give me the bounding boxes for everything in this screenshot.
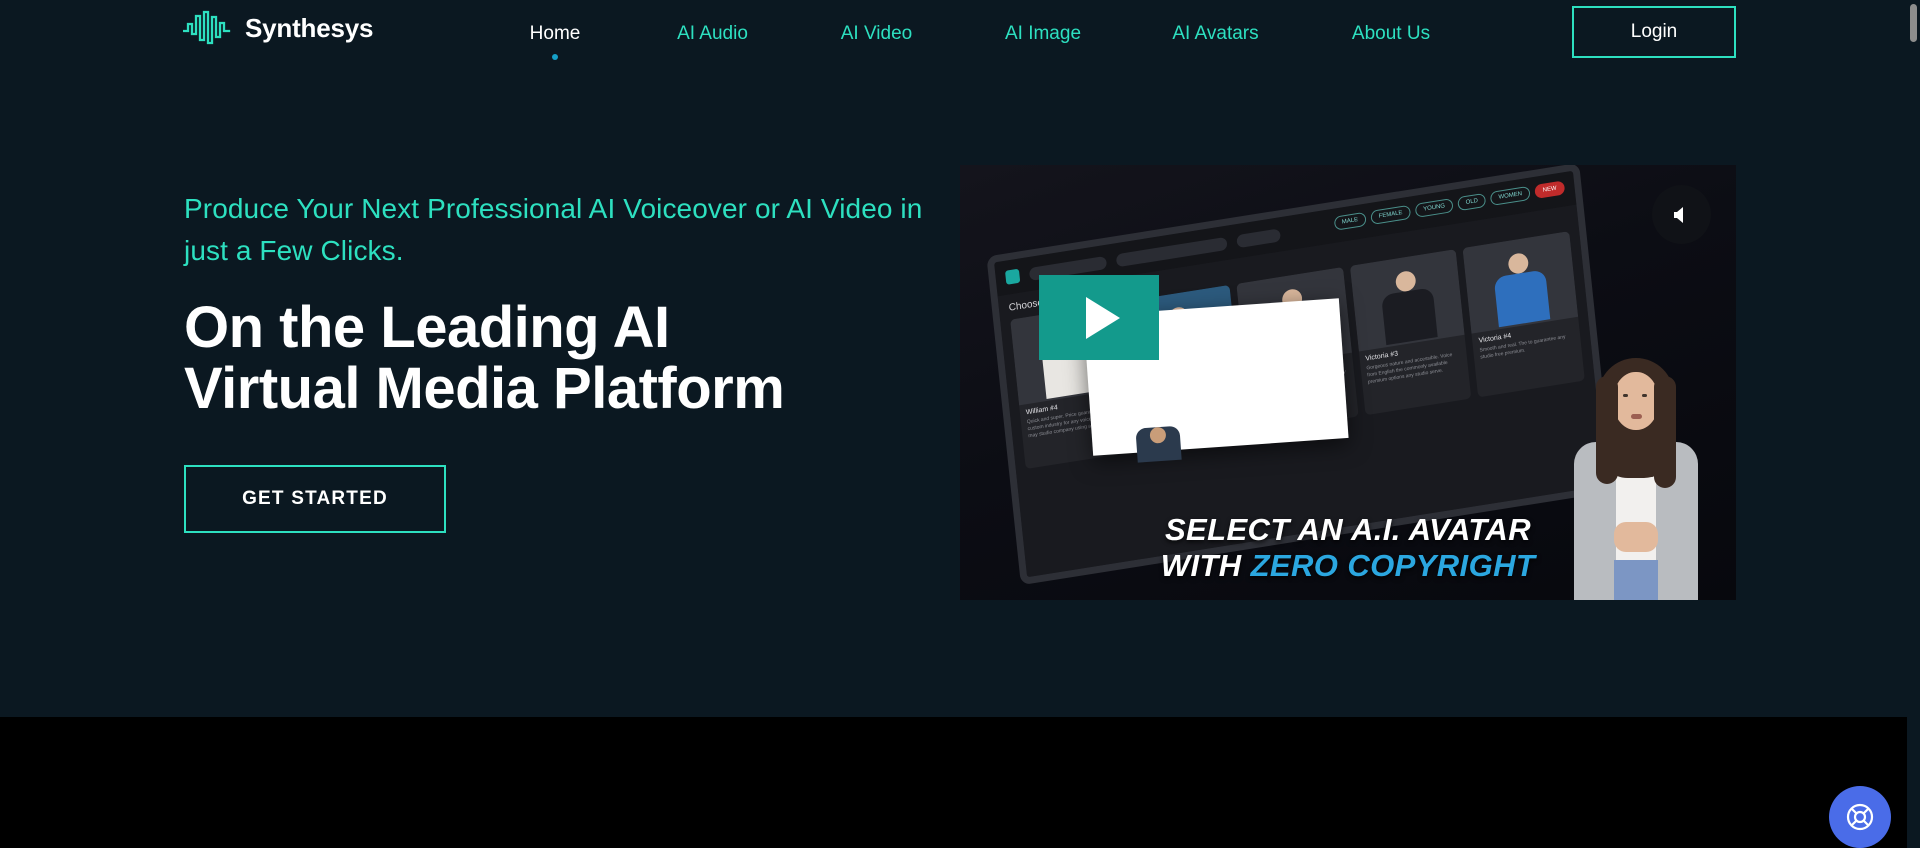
nav-links: Home AI Audio AI Video AI Image AI Avata… bbox=[480, 0, 1479, 68]
hero-content: Produce Your Next Professional AI Voiceo… bbox=[184, 188, 924, 533]
speaker-muted-icon bbox=[1673, 206, 1683, 223]
video-caption: SELECT AN A.I. AVATAR WITH ZERO COPYRIGH… bbox=[960, 512, 1736, 584]
avatar-thumbnail bbox=[1349, 249, 1465, 352]
nav-item-ai-image[interactable]: AI Image bbox=[958, 23, 1128, 45]
get-started-label: GET STARTED bbox=[242, 488, 388, 509]
nav-item-ai-video[interactable]: AI Video bbox=[795, 23, 958, 45]
nav-item-label: AI Video bbox=[840, 23, 913, 44]
login-button[interactable]: Login bbox=[1572, 6, 1736, 58]
avatar-eye-right bbox=[1642, 394, 1647, 397]
nav-item-ai-audio[interactable]: AI Audio bbox=[630, 23, 795, 45]
audio-waveform-icon bbox=[183, 10, 231, 45]
page-root: Synthesys Home AI Audio AI Video AI Imag… bbox=[0, 0, 1920, 848]
nav-item-label: AI Audio bbox=[677, 23, 748, 44]
avatar-mouth bbox=[1631, 414, 1642, 419]
nav-item-label: AI Avatars bbox=[1172, 23, 1259, 44]
caption-highlight: ZERO COPYRIGHT bbox=[1250, 548, 1536, 583]
hero-title-line1: On the Leading AI bbox=[184, 295, 670, 360]
brand-name: Synthesys bbox=[245, 12, 374, 43]
hero-video-player[interactable]: Choose humatar for a video MALE FEMALE Y… bbox=[960, 165, 1736, 600]
active-indicator-dot bbox=[552, 54, 558, 60]
login-button-label: Login bbox=[1630, 21, 1678, 42]
avatar-hair-left bbox=[1596, 376, 1618, 484]
brand-logo-group[interactable]: Synthesys bbox=[183, 10, 373, 46]
nav-item-home[interactable]: Home bbox=[480, 23, 630, 60]
nav-item-label: About Us bbox=[1351, 23, 1431, 44]
avatar-eye-left bbox=[1623, 394, 1628, 397]
avatar-body-icon bbox=[1493, 269, 1551, 328]
avatar-face bbox=[1613, 372, 1659, 430]
avatar-card[interactable]: Victoria #3 Gorgeous nature and accessib… bbox=[1349, 249, 1472, 416]
hero-title-line2: Virtual Media Platform bbox=[184, 356, 785, 421]
hero-subtitle: Produce Your Next Professional AI Voiceo… bbox=[184, 193, 923, 266]
nav-item-ai-avatars[interactable]: AI Avatars bbox=[1128, 23, 1303, 45]
nav-item-label: Home bbox=[529, 23, 581, 44]
video-caption-line1: SELECT AN A.I. AVATAR bbox=[1164, 512, 1532, 547]
caption-plain: WITH bbox=[1160, 548, 1251, 583]
hero-section: Synthesys Home AI Audio AI Video AI Imag… bbox=[0, 0, 1920, 717]
scrollbar-track[interactable] bbox=[1907, 0, 1920, 848]
get-started-button[interactable]: GET STARTED bbox=[184, 465, 446, 533]
app-topbar-pill bbox=[1236, 227, 1281, 248]
app-logo-icon bbox=[1004, 268, 1021, 285]
avatar-hair-right bbox=[1654, 376, 1676, 488]
nav-item-label: AI Image bbox=[1004, 23, 1082, 44]
nav-item-about-us[interactable]: About Us bbox=[1303, 23, 1479, 45]
hero-title: On the Leading AI Virtual Media Platform bbox=[184, 297, 924, 419]
play-button[interactable] bbox=[1039, 275, 1159, 360]
support-button[interactable] bbox=[1829, 786, 1891, 848]
avatar-body-icon bbox=[1380, 287, 1438, 346]
video-thumbnail-scene: Choose humatar for a video MALE FEMALE Y… bbox=[960, 165, 1736, 600]
scrollbar-thumb[interactable] bbox=[1910, 4, 1917, 42]
lifebuoy-support-icon bbox=[1846, 803, 1874, 831]
avatar-thumbnail bbox=[1462, 231, 1579, 334]
mute-toggle-button[interactable] bbox=[1652, 185, 1711, 244]
video-caption-line2: WITH ZERO COPYRIGHT bbox=[960, 548, 1736, 584]
play-icon bbox=[1086, 296, 1120, 339]
main-navbar: Synthesys Home AI Audio AI Video AI Imag… bbox=[0, 0, 1920, 68]
